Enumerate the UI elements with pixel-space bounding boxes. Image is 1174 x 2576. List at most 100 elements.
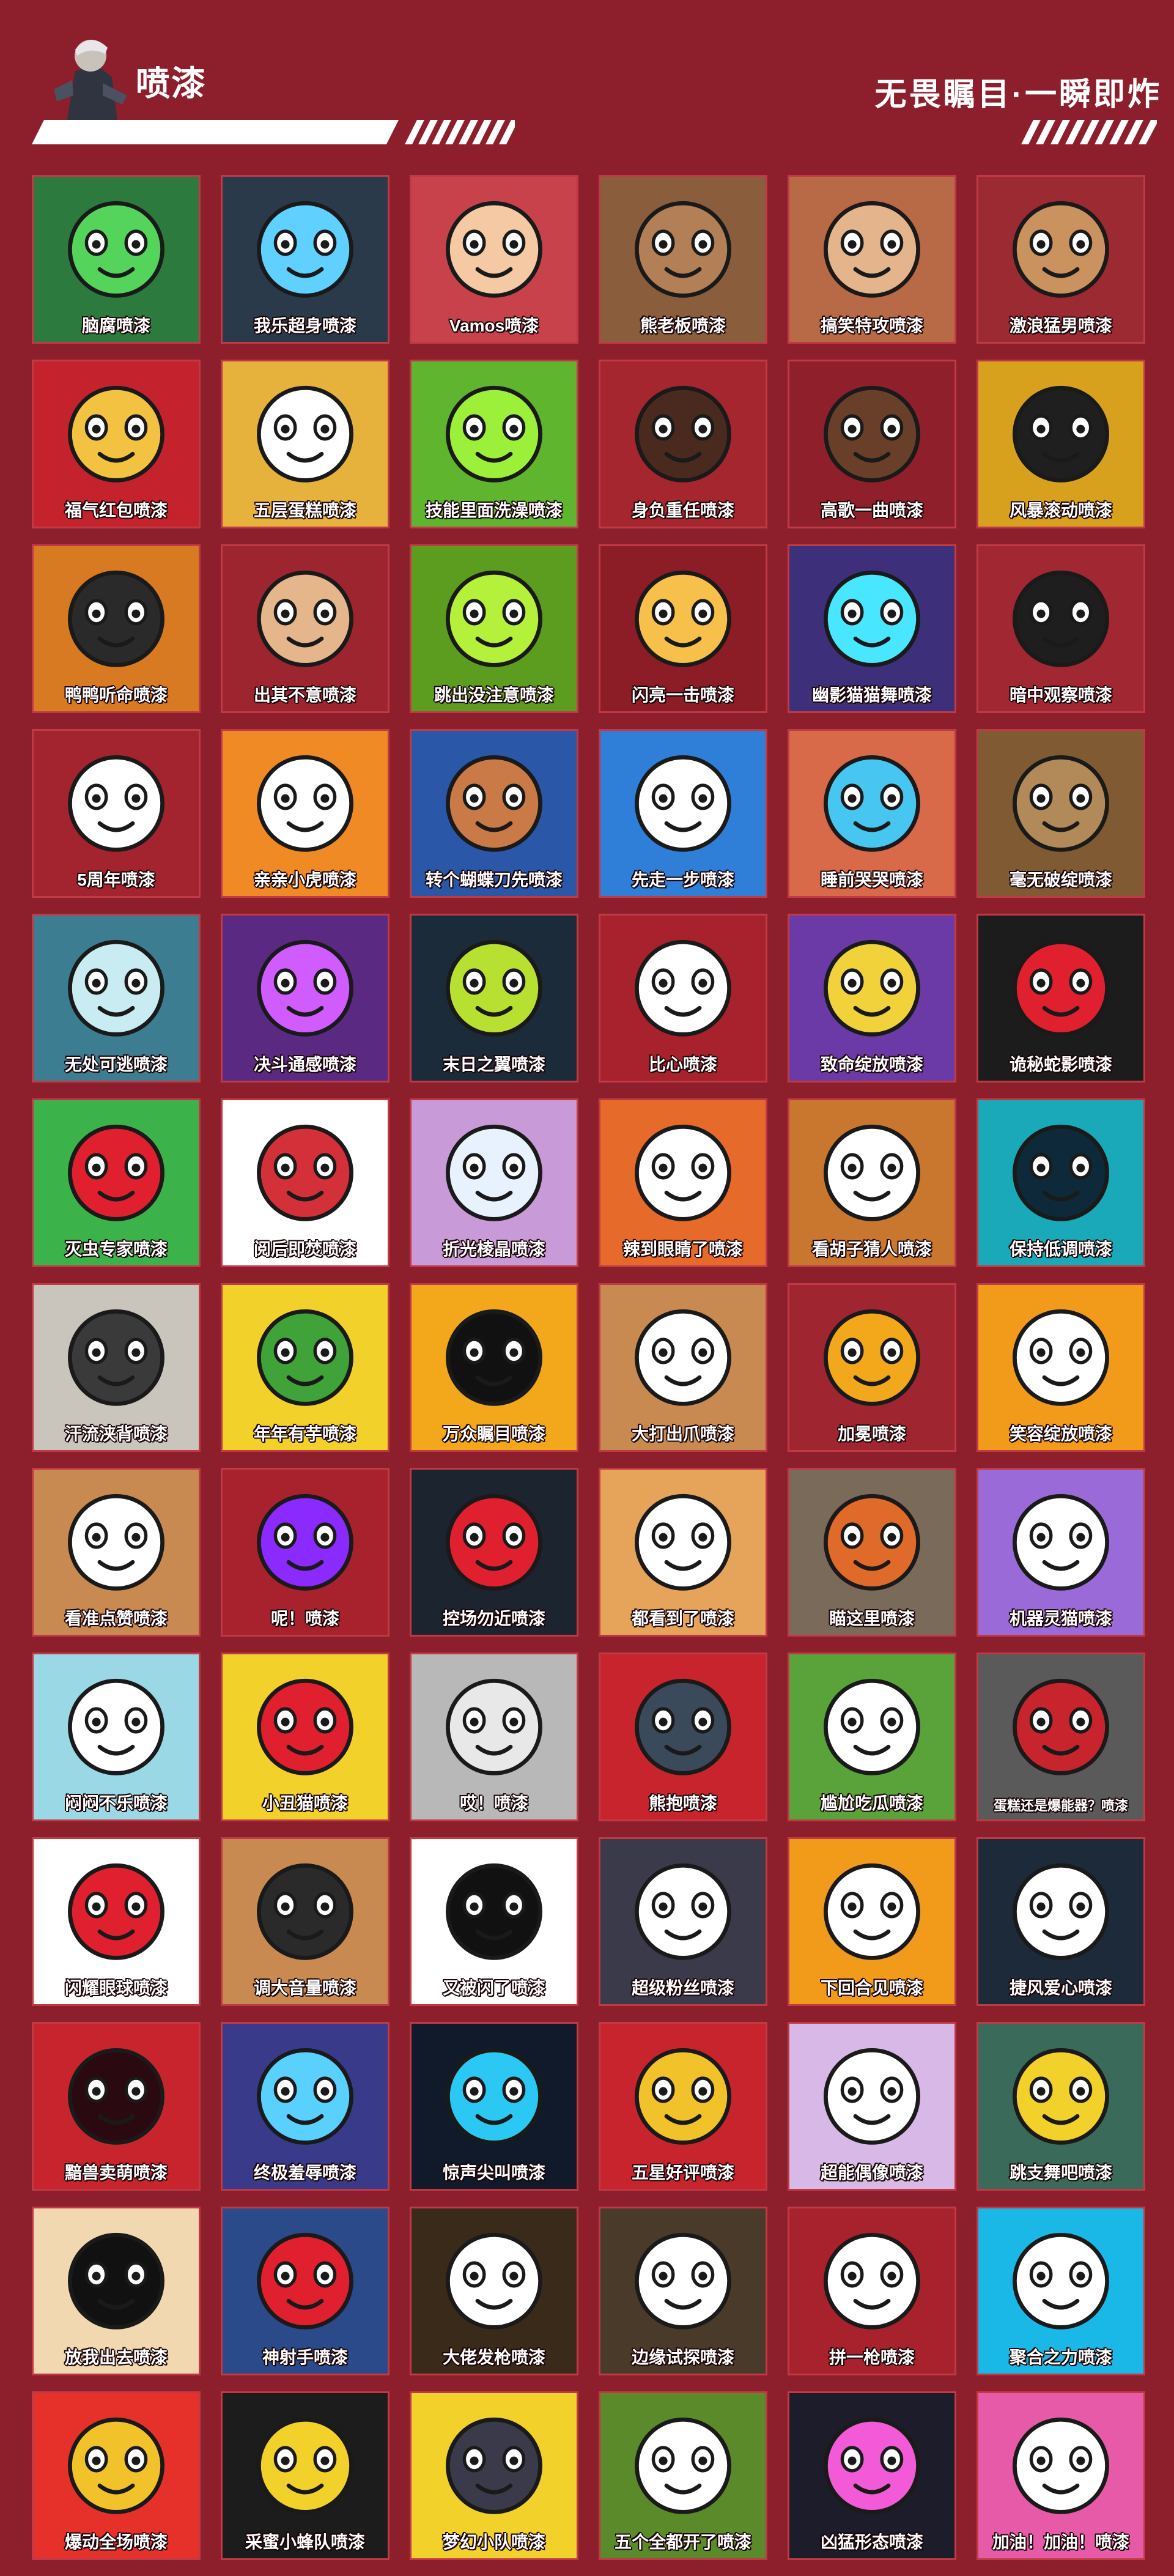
spray-label: 聚合之力喷漆 — [1009, 2348, 1112, 2367]
spray-tile[interactable]: 风暴滚动喷漆 — [976, 360, 1145, 528]
spray-label: 暗中观察喷漆 — [1009, 686, 1112, 705]
spray-tile[interactable]: 高歌一曲喷漆 — [788, 360, 956, 528]
spray-tile[interactable]: 技能里面洗澡喷漆 — [410, 360, 578, 528]
spray-tile[interactable]: 下回合见喷漆 — [788, 1837, 956, 2006]
spray-tile[interactable]: 跳出没注意喷漆 — [410, 544, 578, 713]
spray-tile[interactable]: 笑容绽放喷漆 — [976, 1283, 1145, 1452]
spray-tile[interactable]: 睡前哭哭喷漆 — [788, 729, 956, 898]
spray-tile[interactable]: 转个蝴蝶刀先喷漆 — [410, 729, 578, 898]
spray-label: 凶猛形态喷漆 — [820, 2533, 923, 2552]
spray-tile[interactable]: 年年有芋喷漆 — [221, 1283, 389, 1452]
spray-tile[interactable]: 出其不意喷漆 — [221, 544, 389, 713]
spray-tile[interactable]: 惊声尖叫喷漆 — [410, 2022, 578, 2191]
spray-tile[interactable]: 闷闷不乐喷漆 — [32, 1653, 201, 1821]
spray-tile[interactable]: 五星好评喷漆 — [599, 2022, 767, 2191]
spray-tile[interactable]: 灭虫专家喷漆 — [32, 1098, 201, 1267]
spray-tile[interactable]: 梦幻小队喷漆 — [410, 2391, 578, 2560]
spray-tile[interactable]: 五个全都开了喷漆 — [599, 2391, 767, 2560]
spray-tile[interactable]: 都看到了喷漆 — [599, 1468, 767, 1637]
spray-tile[interactable]: 调大音量喷漆 — [221, 1837, 389, 2006]
spray-label: 拼一枪喷漆 — [829, 2348, 915, 2367]
spray-tile[interactable]: 加油！加油！喷漆 — [976, 2391, 1145, 2560]
spray-tile[interactable]: 脑腐喷漆 — [32, 175, 201, 344]
spray-tile[interactable]: 激浪猛男喷漆 — [976, 175, 1145, 344]
spray-tile[interactable]: 采蜜小蜂队喷漆 — [221, 2391, 389, 2560]
spray-tile[interactable]: 看胡子猜人喷漆 — [788, 1098, 956, 1267]
agent-portrait-icon — [42, 22, 133, 132]
spray-tile[interactable]: 保持低调喷漆 — [976, 1098, 1145, 1267]
spray-tile[interactable]: 边缘试探喷漆 — [599, 2207, 767, 2375]
spray-tile[interactable]: 毫无破绽喷漆 — [976, 729, 1145, 898]
spray-label: 睡前哭哭喷漆 — [820, 870, 923, 889]
spray-tile[interactable]: 比心喷漆 — [599, 914, 767, 1083]
spray-tile[interactable]: 汗流浃背喷漆 — [32, 1283, 201, 1452]
spray-grid: 脑腐喷漆 我乐超身喷漆 Vamos喷漆 熊老板喷漆 搞笑特攻喷漆 激浪猛男喷漆福气红包喷漆… — [32, 175, 1145, 2560]
spray-tile[interactable]: 阅后即焚喷漆 — [221, 1098, 389, 1267]
spray-tile[interactable]: 放我出去喷漆 — [32, 2207, 201, 2375]
spray-tile[interactable]: 幽影猫猫舞喷漆 — [788, 544, 956, 713]
spray-tile[interactable]: 五层蛋糕喷漆 — [221, 360, 389, 528]
spray-tile[interactable]: 聚合之力喷漆 — [976, 2207, 1145, 2375]
spray-tile[interactable]: 捷风爱心喷漆 — [976, 1837, 1145, 2006]
spray-label: 五个全都开了喷漆 — [614, 2533, 751, 2552]
spray-tile[interactable]: 先走一步喷漆 — [599, 729, 767, 898]
spray-tile[interactable]: 超级粉丝喷漆 — [599, 1837, 767, 2006]
spray-tile[interactable]: 大打出爪喷漆 — [599, 1283, 767, 1452]
spray-tile[interactable]: 我乐超身喷漆 — [221, 175, 389, 344]
spray-tile[interactable]: 又被闪了喷漆 — [410, 1837, 578, 2006]
spray-label: 超能偶像喷漆 — [820, 2163, 923, 2182]
spray-tile[interactable]: 大佬发枪喷漆 — [410, 2207, 578, 2375]
spray-tile[interactable]: 凶猛形态喷漆 — [788, 2391, 956, 2560]
spray-label: 保持低调喷漆 — [1009, 1240, 1112, 1259]
spray-tile[interactable]: 搞笑特攻喷漆 — [788, 175, 956, 344]
spray-tile[interactable]: Vamos喷漆 — [410, 175, 578, 344]
spray-tile[interactable]: 无处可逃喷漆 — [32, 914, 201, 1083]
spray-tile[interactable]: 哎！喷漆 — [410, 1653, 578, 1821]
spray-tile[interactable]: 熊老板喷漆 — [599, 175, 767, 344]
spray-tile[interactable]: 熊抱喷漆 — [599, 1653, 767, 1821]
spray-tile[interactable]: 加冕喷漆 — [788, 1283, 956, 1452]
spray-tile[interactable]: 亲亲小虎喷漆 — [221, 729, 389, 898]
spray-tile[interactable]: 黯兽卖萌喷漆 — [32, 2022, 201, 2191]
spray-label: 机器灵猫喷漆 — [1009, 1609, 1112, 1628]
spray-tile[interactable]: 超能偶像喷漆 — [788, 2022, 956, 2191]
spray-label: 梦幻小队喷漆 — [442, 2533, 545, 2552]
spray-tile[interactable]: 爆动全场喷漆 — [32, 2391, 201, 2560]
spray-tile[interactable]: 暗中观察喷漆 — [976, 544, 1145, 713]
spray-tile[interactable]: 尴尬吃瓜喷漆 — [788, 1653, 956, 1821]
spray-label: 闷闷不乐喷漆 — [64, 1794, 168, 1813]
spray-tile[interactable]: 辣到眼睛了喷漆 — [599, 1098, 767, 1267]
spray-tile[interactable]: 万众瞩目喷漆 — [410, 1283, 578, 1452]
spray-tile[interactable]: 闪耀眼球喷漆 — [32, 1837, 201, 2006]
spray-tile[interactable]: 控场勿近喷漆 — [410, 1468, 578, 1637]
spray-label: 出其不意喷漆 — [253, 686, 356, 705]
spray-tile[interactable]: 末日之翼喷漆 — [410, 914, 578, 1083]
spray-label: 呢！喷漆 — [270, 1609, 339, 1628]
spray-tile[interactable]: 神射手喷漆 — [221, 2207, 389, 2375]
spray-tile[interactable]: 5周年喷漆 — [32, 729, 201, 898]
spray-tile[interactable]: 瞄这里喷漆 — [788, 1468, 956, 1637]
spray-label: 5周年喷漆 — [77, 870, 155, 889]
spray-label: 小丑猫喷漆 — [262, 1794, 348, 1813]
spray-tile[interactable]: 终极羞辱喷漆 — [221, 2022, 389, 2191]
spray-tile[interactable]: 闪亮一击喷漆 — [599, 544, 767, 713]
spray-tile[interactable]: 决斗通感喷漆 — [221, 914, 389, 1083]
spray-label: 末日之翼喷漆 — [442, 1055, 545, 1074]
spray-tile[interactable]: 致命绽放喷漆 — [788, 914, 956, 1083]
spray-tile[interactable]: 福气红包喷漆 — [32, 360, 201, 528]
spray-tile[interactable]: 身负重任喷漆 — [599, 360, 767, 528]
title-underline-stripes — [32, 120, 515, 144]
spray-tile[interactable]: 机器灵猫喷漆 — [976, 1468, 1145, 1637]
spray-tile[interactable]: 蛋糕还是爆能器？喷漆 — [976, 1653, 1145, 1821]
spray-tile[interactable]: 跳支舞吧喷漆 — [976, 2022, 1145, 2191]
spray-label: 决斗通感喷漆 — [253, 1055, 356, 1074]
spray-tile[interactable]: 诡秘蛇影喷漆 — [976, 914, 1145, 1083]
spray-label: 阅后即焚喷漆 — [253, 1240, 356, 1259]
spray-tile[interactable]: 小丑猫喷漆 — [221, 1653, 389, 1821]
spray-tile[interactable]: 拼一枪喷漆 — [788, 2207, 956, 2375]
spray-tile[interactable]: 鸭鸭听命喷漆 — [32, 544, 201, 713]
spray-tile[interactable]: 折光棱晶喷漆 — [410, 1098, 578, 1267]
spray-tile[interactable]: 看准点赞喷漆 — [32, 1468, 201, 1637]
spray-tile[interactable]: 呢！喷漆 — [221, 1468, 389, 1637]
spray-label: 技能里面洗澡喷漆 — [425, 501, 563, 520]
